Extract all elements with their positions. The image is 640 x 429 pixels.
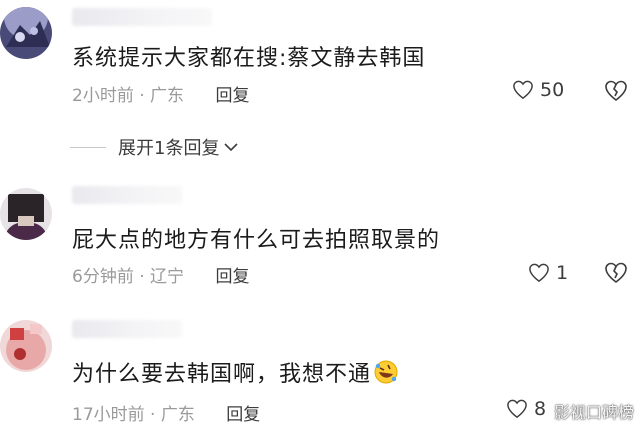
reply-button[interactable]: 回复 [215,86,249,106]
comment-text: 为什么要去韩国啊，我想不通 [72,356,399,388]
username-blurred [72,320,182,338]
like-button[interactable]: 1 [528,262,568,284]
avatar[interactable] [0,188,52,240]
heart-outline-icon [507,399,527,419]
dislike-button[interactable] [604,80,628,106]
username-blurred [72,186,182,204]
dislike-button[interactable] [604,262,628,288]
rolling-laughing-emoji-icon [374,360,398,384]
broken-heart-outline-icon [605,80,627,102]
avatar[interactable] [0,7,52,59]
like-button[interactable]: 50 [512,79,564,101]
expand-replies-label: 展开1条回复 [118,138,220,159]
comment-meta: 17小时前 · 广东 回复 [72,405,261,425]
like-button[interactable]: 8 [506,398,546,420]
watermark: 影视口碑榜 [553,403,634,422]
comment-text-content: 为什么要去韩国啊，我想不通 [72,362,372,387]
reply-button[interactable]: 回复 [215,267,249,287]
broken-heart-outline-icon [605,262,627,284]
username-blurred [72,8,212,26]
comment-location: 广东 [160,405,195,425]
comment-text: 系统提示大家都在搜:蔡文静去韩国 [72,46,426,71]
divider-line [70,146,106,148]
chevron-down-icon [224,143,239,152]
like-count: 50 [540,79,565,101]
comment-time: 6分钟前 [72,267,134,287]
comment-meta: 2小时前 · 广东 回复 [72,86,250,106]
heart-outline-icon [529,263,549,283]
comment-time: 17小时前 [72,405,145,425]
comment-meta: 6分钟前 · 辽宁 回复 [72,267,250,287]
comment-text: 屁大点的地方有什么可去拍照取景的 [72,228,441,253]
comment-time: 2小时前 [72,86,134,106]
avatar[interactable] [0,320,52,372]
reply-button[interactable]: 回复 [226,405,260,425]
like-count: 8 [534,398,547,420]
expand-replies-button[interactable]: 展开1条回复 [70,134,239,160]
comment-location: 辽宁 [150,267,185,287]
like-count: 1 [556,262,569,284]
heart-outline-icon [513,80,533,100]
comment-location: 广东 [150,86,185,106]
